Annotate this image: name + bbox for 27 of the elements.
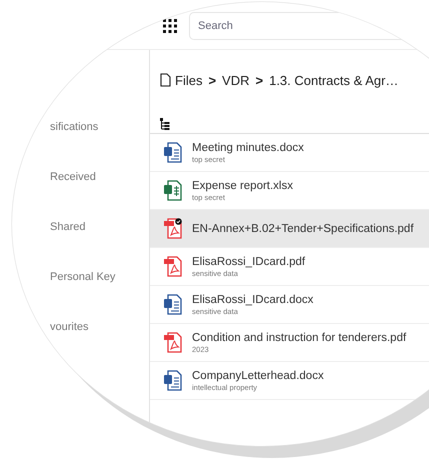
sidebar-item[interactable]: sifications (50, 120, 149, 134)
sidebar-item[interactable]: Personal Key (50, 270, 149, 284)
file-name: ElisaRossi_IDcard.pdf (192, 256, 306, 268)
file-name: ElisaRossi_IDcard.docx (192, 294, 314, 306)
document-file-icon (163, 142, 183, 163)
pdf-file-icon (163, 256, 183, 277)
file-name: EN-Annex+B.02+Tender+Specifications.pdf (192, 222, 414, 234)
tree-icon[interactable] (160, 118, 170, 130)
pdf-file-icon (163, 332, 183, 353)
breadcrumb-link[interactable]: VDR (222, 72, 250, 88)
file-name: CompanyLetterhead.docx (192, 370, 324, 382)
sidebar-item[interactable]: vourites (50, 320, 149, 334)
file-row[interactable]: EN-Annex+B.02+Tender+Specifications.pdf (150, 210, 429, 248)
document-file-icon (163, 370, 183, 391)
breadcrumb-link[interactable]: 1.3. Contracts & Agr… (269, 72, 398, 88)
app-grid-icon[interactable] (163, 18, 177, 32)
file-name: Meeting minutes.docx (192, 142, 304, 154)
file-name: Condition and instruction for tenderers.pdf (192, 332, 406, 344)
file-name: Expense report.xlsx (192, 180, 293, 192)
breadcrumb-separator: > (208, 72, 216, 88)
breadcrumb-link[interactable]: Files (175, 72, 202, 88)
breadcrumb-separator: > (256, 72, 264, 88)
file-icon (160, 73, 171, 87)
document-file-icon (163, 294, 183, 315)
sidebar-item[interactable]: Shared (50, 220, 149, 234)
spreadsheet-file-icon (163, 180, 183, 201)
sidebar-item[interactable]: Received (50, 170, 149, 184)
